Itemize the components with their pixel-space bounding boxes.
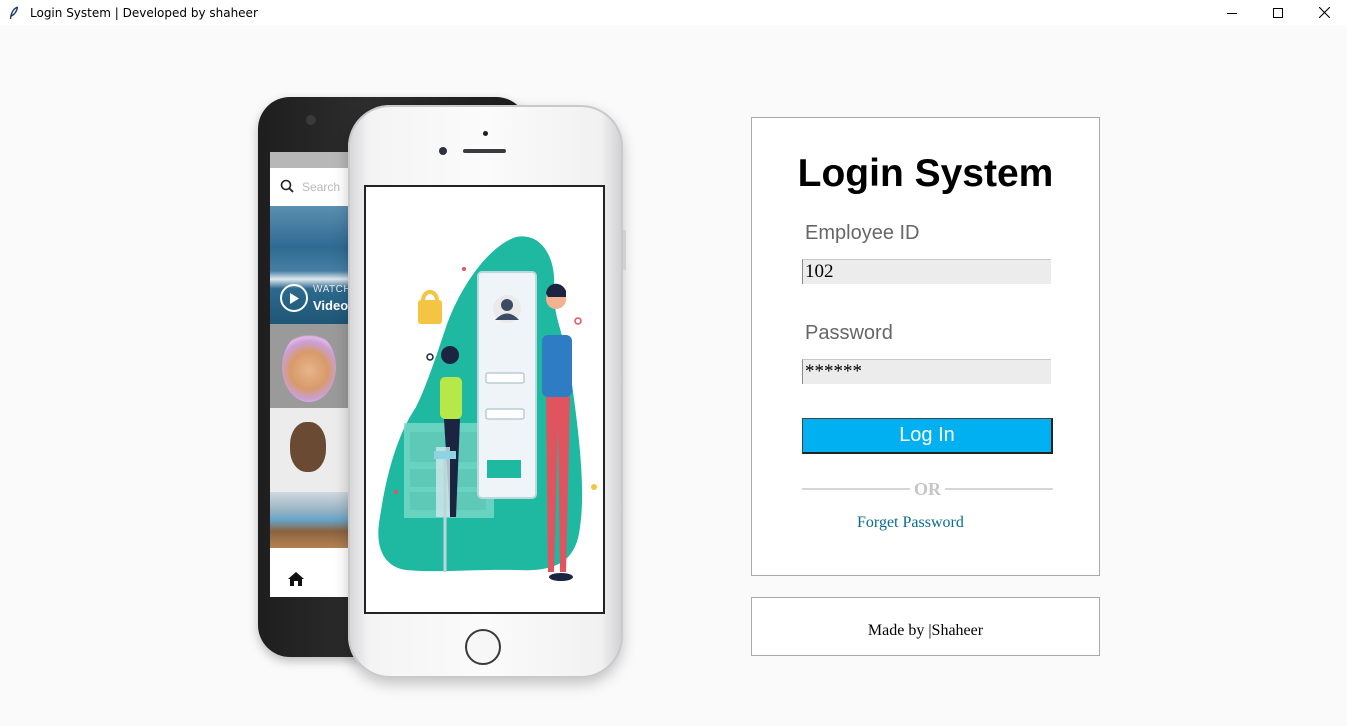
home-button (465, 629, 501, 665)
made-by-text: Made by |Shaheer (867, 621, 984, 639)
front-phone-screen (364, 185, 605, 614)
maximize-icon (1273, 7, 1283, 18)
side-button (623, 230, 626, 270)
play-icon (280, 284, 308, 312)
maximize-button[interactable] (1255, 0, 1301, 25)
search-placeholder: Search (302, 180, 341, 194)
close-icon (1318, 7, 1330, 18)
login-panel: Login System Employee ID Password Log In… (751, 117, 1100, 576)
divider-line-right (945, 488, 1053, 490)
back-phone-screen: Search WATCH Video (270, 152, 350, 597)
front-phone-speaker (463, 149, 506, 153)
feather-icon (9, 5, 23, 20)
employee-id-input[interactable] (802, 259, 1051, 284)
video-label: Video (313, 298, 349, 313)
watch-label: WATCH (313, 284, 350, 295)
back-phone-camera (306, 115, 316, 125)
front-phone-camera (439, 147, 447, 155)
or-divider: OR (802, 478, 1053, 500)
close-button[interactable] (1301, 0, 1347, 25)
login-illustration (378, 236, 597, 581)
window-title: Login System | Developed by shaheer (30, 5, 258, 20)
front-phone (348, 105, 626, 678)
phones-illustration: Search WATCH Video (255, 95, 630, 685)
front-phone-sensor (483, 131, 488, 136)
bottom-nav (270, 565, 350, 597)
login-button[interactable]: Log In (802, 418, 1053, 454)
feed-tile-dog (270, 408, 350, 492)
minimize-button[interactable] (1209, 0, 1255, 25)
or-text: OR (914, 478, 941, 499)
employee-id-label: Employee ID (805, 222, 920, 244)
feed-tile-cat (270, 324, 350, 408)
password-input[interactable] (802, 359, 1051, 384)
search-row: Search (270, 168, 350, 206)
password-label: Password (805, 322, 893, 344)
forget-password-link[interactable]: Forget Password (857, 514, 964, 532)
login-title: Login System (797, 152, 1054, 195)
status-bar (270, 152, 350, 168)
window-titlebar: Login System | Developed by shaheer (0, 0, 1347, 25)
minimize-icon (1227, 8, 1237, 18)
home-icon (288, 571, 304, 591)
feed-tile-sea: WATCH Video (270, 206, 350, 324)
divider-line-left (802, 488, 910, 490)
search-icon (280, 179, 294, 196)
feed-tile-food (270, 492, 350, 548)
credits-panel: Made by |Shaheer (751, 597, 1100, 656)
